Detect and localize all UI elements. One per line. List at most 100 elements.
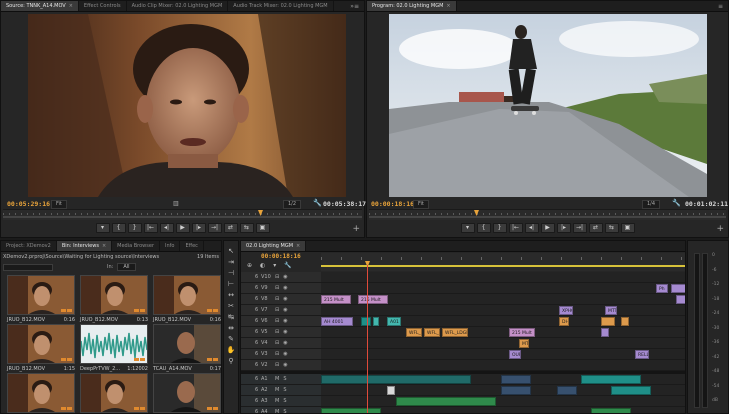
eye-icon[interactable]: ◉ <box>283 285 287 291</box>
rate-stretch-icon[interactable]: ↔ <box>226 290 236 300</box>
track-header[interactable]: 6 A1 M S <box>241 374 321 385</box>
source-current-timecode[interactable]: 00:05:29:16 <box>7 200 50 208</box>
timeline-clip[interactable]: OUR <box>509 350 521 359</box>
timeline-settings-icon[interactable]: 🔧 <box>284 262 291 269</box>
bin-clip-item[interactable]: TCAU_A14.MOV 0:17 <box>153 324 221 373</box>
hand-icon[interactable]: ✋ <box>226 345 236 355</box>
mute-icon[interactable]: M <box>275 409 279 413</box>
timeline-clip[interactable] <box>396 397 496 406</box>
eye-icon[interactable]: ◉ <box>283 362 287 368</box>
track-header[interactable]: 6 V10 ⊟ ◉ <box>241 272 321 283</box>
timeline-clip[interactable]: RELL <box>635 350 649 359</box>
source-export-frame-icon[interactable]: ▥ <box>173 200 179 207</box>
program-zoom-bar[interactable] <box>369 216 726 218</box>
source-tab-2[interactable]: Audio Clip Mixer: 02.0 Lighting MGM <box>127 1 229 11</box>
solo-icon[interactable]: S <box>283 398 286 404</box>
timeline-clip[interactable] <box>621 317 629 326</box>
eye-icon[interactable]: ◉ <box>283 340 287 346</box>
close-icon[interactable]: × <box>102 243 106 249</box>
bin-clip-item[interactable] <box>7 373 75 414</box>
bin-clip-item[interactable]: DeepPrTVW_2... 1:12002 <box>80 324 148 373</box>
bin-clip-item[interactable]: JRUO_B12.MOV 1:15 <box>7 324 75 373</box>
step-back-button[interactable]: ◂| <box>524 223 539 233</box>
timeline-clip[interactable] <box>676 295 685 304</box>
sync-lock-icon[interactable]: ⊟ <box>275 318 279 324</box>
timeline-clip[interactable] <box>501 375 531 384</box>
timeline-clip[interactable]: 215 Mult <box>321 295 351 304</box>
search-in-dropdown[interactable]: All <box>117 263 136 271</box>
program-tab-0[interactable]: Program: 02.0 Lighting MGM × <box>367 1 457 11</box>
timeline-clip[interactable] <box>581 375 641 384</box>
go-to-in-button[interactable]: |← <box>508 223 523 233</box>
timeline-clip[interactable]: MTT <box>519 339 529 348</box>
ripple-edit-icon[interactable]: ⊣ <box>226 268 236 278</box>
track-header[interactable]: 6 A3 M S <box>241 396 321 407</box>
bin-clip-item[interactable] <box>80 373 148 414</box>
timeline-clip[interactable] <box>591 408 631 413</box>
sync-lock-icon[interactable]: ⊟ <box>275 340 279 346</box>
add-marker-icon[interactable]: ▾ <box>273 262 276 269</box>
timeline-clip[interactable]: A01 <box>387 317 401 326</box>
track-header[interactable]: 6 V4 ⊟ ◉ <box>241 338 321 349</box>
source-tab-0[interactable]: Source: TNNK_A14.MOV × <box>1 1 79 11</box>
track-lane[interactable]: OUR RELL <box>321 349 685 360</box>
sync-lock-icon[interactable]: ⊟ <box>275 274 279 280</box>
timeline-clip[interactable] <box>671 284 685 293</box>
timeline-clip[interactable]: 215 Mult <box>358 295 388 304</box>
step-forward-button[interactable]: |▸ <box>556 223 571 233</box>
track-lane[interactable] <box>321 407 685 413</box>
timeline-clip[interactable] <box>387 386 395 395</box>
track-lane[interactable] <box>321 374 685 385</box>
solo-icon[interactable]: S <box>283 409 286 413</box>
source-button-editor-icon[interactable]: + <box>352 225 360 234</box>
source-resolution-dropdown[interactable]: 1/2 <box>283 200 302 209</box>
track-select-icon[interactable]: ⇥ <box>226 257 236 267</box>
export-frame-button[interactable]: ▣ <box>255 223 270 233</box>
track-header[interactable]: 6 V3 ⊟ ◉ <box>241 349 321 360</box>
add-marker-button[interactable]: ▾ <box>460 223 475 233</box>
mark-out-button[interactable]: } <box>127 223 142 233</box>
track-header[interactable]: 6 V9 ⊟ ◉ <box>241 283 321 294</box>
sync-lock-icon[interactable]: ⊟ <box>275 307 279 313</box>
track-header[interactable]: 6 V5 ⊟ ◉ <box>241 327 321 338</box>
step-forward-button[interactable]: |▸ <box>191 223 206 233</box>
track-lane[interactable]: 215 Mult 215 Mult <box>321 294 685 305</box>
project-tab-4[interactable]: Effec <box>180 241 204 251</box>
timeline-clip[interactable] <box>361 317 371 326</box>
timeline-clip[interactable] <box>611 386 651 395</box>
timeline-clip[interactable] <box>321 375 471 384</box>
bin-clip-item[interactable]: JRUO_B12.MOV 0:16 <box>7 275 75 324</box>
close-icon[interactable]: × <box>446 3 450 9</box>
timeline-clip[interactable]: WFL_D <box>424 328 440 337</box>
pen-icon[interactable]: ✎ <box>226 334 236 344</box>
eye-icon[interactable]: ◉ <box>283 318 287 324</box>
timeline-clip[interactable]: XPHO <box>559 306 573 315</box>
project-tab-3[interactable]: Info <box>160 241 181 251</box>
track-lane[interactable]: WFL_BWFL_DWFL_LDGE 215 Mult <box>321 327 685 338</box>
track-header[interactable]: 6 V8 ⊟ ◉ <box>241 294 321 305</box>
track-lane[interactable] <box>321 360 685 371</box>
track-header[interactable]: 6 V7 ⊟ ◉ <box>241 305 321 316</box>
track-lane[interactable] <box>321 272 685 283</box>
eye-icon[interactable]: ◉ <box>283 307 287 313</box>
track-lane[interactable]: AH 4001 A01 DH <box>321 316 685 327</box>
mark-in-button[interactable]: { <box>476 223 491 233</box>
bin-clip-item[interactable]: JRUO_B12.MOV 0:13 <box>80 275 148 324</box>
mute-icon[interactable]: M <box>275 398 279 404</box>
program-video-frame[interactable] <box>389 14 707 197</box>
timeline-clip[interactable]: WFL_B <box>406 328 422 337</box>
insert-button[interactable]: ⇄ <box>588 223 603 233</box>
source-settings-icon[interactable]: 🔧 <box>313 199 322 207</box>
rolling-edit-icon[interactable]: ⊢ <box>226 279 236 289</box>
track-lane[interactable]: XPHO MTT <box>321 305 685 316</box>
razor-icon[interactable]: ✂ <box>226 301 236 311</box>
timeline-ruler[interactable] <box>321 253 685 271</box>
play-button[interactable]: ▶ <box>175 223 190 233</box>
sync-lock-icon[interactable]: ⊟ <box>275 296 279 302</box>
solo-icon[interactable]: S <box>283 387 286 393</box>
timeline-clip[interactable] <box>501 386 531 395</box>
timeline-playhead-line[interactable] <box>367 265 368 413</box>
source-tab-1[interactable]: Effect Controls <box>79 1 127 11</box>
bin-search-input[interactable] <box>3 263 53 271</box>
slip-icon[interactable]: ↹ <box>226 312 236 322</box>
